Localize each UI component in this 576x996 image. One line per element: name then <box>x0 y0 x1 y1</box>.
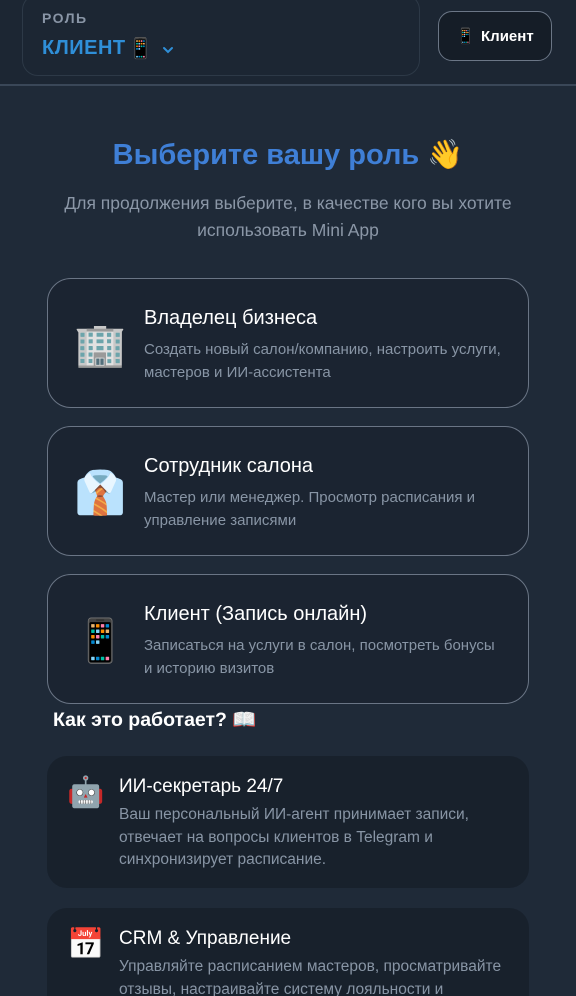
mobile-phone-icon: 📱 <box>128 38 153 60</box>
page-subtitle: Для продолжения выберите, в качестве ког… <box>64 193 512 240</box>
role-card-title: Владелец бизнеса <box>144 307 318 329</box>
role-card-client[interactable]: 📱 Клиент (Запись онлайн) Записаться на у… <box>47 574 529 704</box>
feature-description: Ваш персональный ИИ-агент принимает запи… <box>119 806 469 868</box>
mobile-phone-icon: 📱 <box>74 617 127 664</box>
role-card-business-owner[interactable]: 🏢 Владелец бизнеса Создать новый салон/к… <box>47 278 529 408</box>
role-label: РОЛЬ <box>42 10 88 26</box>
role-card-title: Клиент (Запись онлайн) <box>144 603 368 625</box>
how-it-works-title: Как это работает? 📖 <box>53 709 257 731</box>
role-card-description: Создать новый салон/компанию, настроить … <box>144 341 501 381</box>
feature-card-ai-secretary: 🤖 ИИ-секретарь 24/7 Ваш персональный ИИ-… <box>47 756 529 888</box>
feature-title: ИИ-секретарь 24/7 <box>119 776 284 797</box>
role-value[interactable]: КЛИЕНТ <box>42 37 126 60</box>
office-building-icon: 🏢 <box>74 321 127 368</box>
page-title: Выберите вашу роль 👋 <box>112 139 464 171</box>
role-card-description: Мастер или менеджер. Просмотр расписания… <box>144 489 476 529</box>
shirt-tie-icon: 👔 <box>74 469 127 516</box>
client-role-button[interactable]: 📱 Клиент <box>438 11 552 61</box>
role-card-employee[interactable]: 👔 Сотрудник салона Мастер или менеджер. … <box>47 426 529 556</box>
feature-description: Управляйте расписанием мастеров, просмат… <box>119 958 502 996</box>
robot-icon: 🤖 <box>67 776 105 809</box>
feature-card-crm: 📅 CRM & Управление Управляйте расписание… <box>47 908 529 996</box>
mobile-phone-icon: 📱 <box>456 28 476 45</box>
role-card-title: Сотрудник салона <box>144 455 314 477</box>
chevron-down-icon[interactable] <box>162 42 174 60</box>
top-bar: РОЛЬ КЛИЕНТ 📱 📱 Клиент <box>0 0 576 86</box>
role-card-description: Записаться на услуги в салон, посмотреть… <box>144 637 495 677</box>
client-role-button-label: Клиент <box>481 27 534 45</box>
feature-title: CRM & Управление <box>119 928 292 949</box>
calendar-icon: 📅 <box>67 928 105 961</box>
